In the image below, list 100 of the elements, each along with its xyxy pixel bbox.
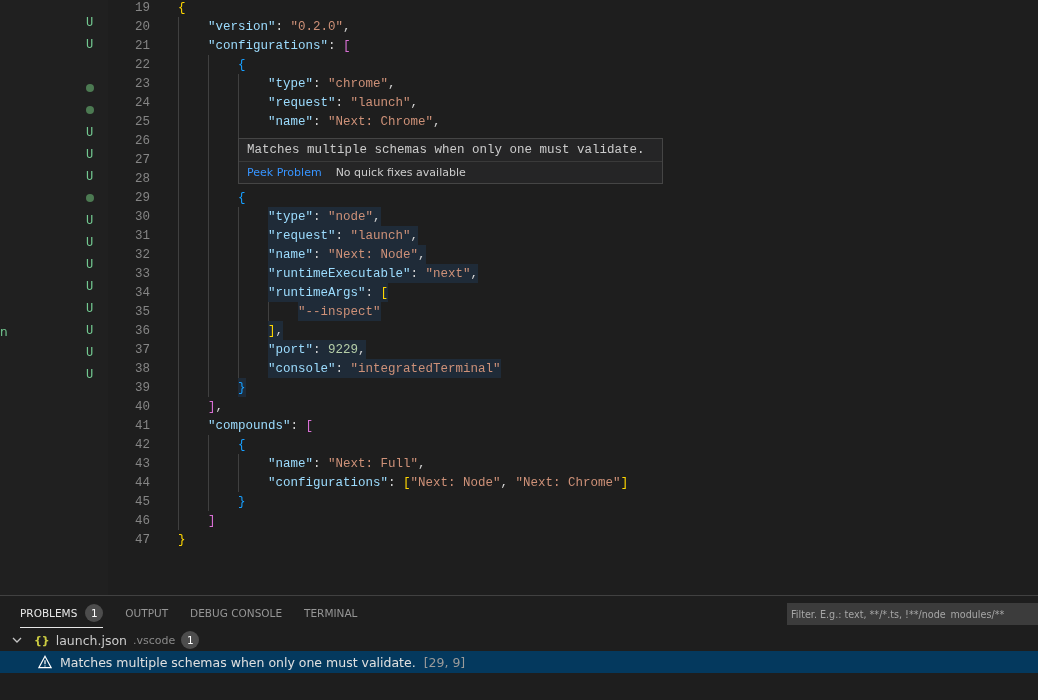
- line-number: 31: [134, 228, 150, 243]
- panel-tab[interactable]: TERMINAL: [304, 603, 358, 625]
- line-number: 41: [134, 418, 150, 433]
- line-number: 20: [134, 19, 150, 34]
- punctuation: :: [335, 95, 345, 110]
- punctuation: :: [335, 228, 345, 243]
- bracket: {: [178, 0, 186, 15]
- string-value: "Next: Chrome": [328, 114, 434, 129]
- peek-problem-link[interactable]: Peek Problem: [247, 166, 322, 179]
- punctuation: ,: [275, 323, 284, 338]
- git-status: U: [86, 213, 94, 227]
- count-badge: 1: [181, 631, 200, 649]
- line-number: 40: [134, 399, 150, 414]
- git-status: U: [86, 257, 94, 271]
- punctuation: :: [328, 38, 337, 53]
- panel-tab[interactable]: OUTPUT: [125, 603, 169, 625]
- property-key: "runtimeExecutable": [268, 266, 411, 281]
- property-key: "compounds": [208, 418, 291, 433]
- property-key: "request": [268, 95, 336, 110]
- git-status: U: [86, 147, 94, 161]
- line-number: 43: [134, 456, 150, 471]
- string-value: "node": [328, 209, 374, 224]
- bracket: ]: [208, 399, 216, 414]
- punctuation: :: [275, 19, 285, 34]
- json-file-icon: {}: [34, 633, 50, 647]
- string-value: "0.2.0": [290, 19, 344, 34]
- property-key: "configurations": [208, 38, 329, 53]
- line-number: 42: [134, 437, 150, 452]
- line-number: 34: [134, 285, 150, 300]
- property-key: "configurations": [268, 475, 389, 490]
- property-key: "request": [268, 228, 336, 243]
- bracket: ]: [268, 323, 276, 338]
- punctuation: ,: [418, 247, 426, 262]
- property-key: "type": [268, 209, 313, 224]
- punctuation: ,: [470, 266, 479, 281]
- line-number: 21: [134, 38, 150, 53]
- line-number: 35: [134, 304, 150, 319]
- property-key: "type": [268, 76, 313, 91]
- chevron-icon[interactable]: [12, 635, 22, 645]
- bracket: [: [343, 38, 351, 53]
- string-value: "launch": [350, 228, 411, 243]
- property-key: "name": [268, 114, 313, 129]
- punctuation: ,: [373, 209, 381, 224]
- bracket: ]: [208, 513, 216, 528]
- bracket: }: [178, 532, 186, 547]
- line-number: 32: [134, 247, 150, 262]
- property-key: "version": [208, 19, 276, 34]
- bracket: [: [380, 285, 389, 300]
- punctuation: :: [313, 209, 322, 224]
- dot-icon: [86, 84, 94, 92]
- line-number: 25: [134, 114, 150, 129]
- line-number: 30: [134, 209, 150, 224]
- line-number: 19: [134, 0, 150, 15]
- panel-tab[interactable]: DEBUG CONSOLE: [190, 603, 283, 625]
- file-name[interactable]: n: [0, 324, 8, 339]
- git-status: U: [86, 169, 94, 183]
- line-number: 44: [134, 475, 150, 490]
- property-key: "name": [268, 456, 313, 471]
- line-number: 24: [134, 95, 150, 110]
- punctuation: ,: [418, 456, 426, 471]
- panel-tab[interactable]: PROBLEMS 1: [20, 600, 104, 628]
- string-value: "launch": [350, 95, 411, 110]
- git-status: U: [86, 301, 94, 315]
- punctuation: ,: [343, 19, 351, 34]
- bracket: {: [238, 437, 246, 452]
- git-status: U: [86, 279, 94, 293]
- git-status: U: [86, 37, 94, 51]
- filter-field[interactable]: Filter. E.g.: text, **/*.ts, !**/node_modules/**: [787, 603, 1038, 625]
- punctuation: :: [335, 361, 345, 376]
- line-number: 27: [134, 152, 150, 167]
- punctuation: :: [313, 76, 322, 91]
- problem-message: Matches multiple schemas when only one must validate.: [60, 654, 416, 670]
- number-value: 9229: [328, 342, 359, 357]
- string-value: "Next: Node": [410, 475, 501, 490]
- punctuation: :: [313, 247, 322, 262]
- git-status: U: [86, 345, 94, 359]
- line-number: 39: [134, 380, 150, 395]
- dot-icon: [86, 106, 94, 114]
- punctuation: :: [313, 114, 322, 129]
- property-key: "name": [268, 247, 313, 262]
- count-badge: 1: [85, 604, 104, 622]
- line-number: 36: [134, 323, 150, 338]
- punctuation: :: [290, 418, 300, 433]
- problem-row[interactable]: Matches multiple schemas when only one must validate. [29, 9]: [0, 651, 1038, 673]
- property-key: "port": [268, 342, 313, 357]
- dot-icon: [86, 194, 94, 202]
- file-name[interactable]: launch.json: [55, 632, 127, 648]
- line-number: 29: [134, 190, 150, 205]
- punctuation: :: [313, 456, 322, 471]
- bracket: {: [238, 57, 246, 72]
- punctuation: ,: [215, 399, 224, 414]
- punctuation: ,: [433, 114, 441, 129]
- bracket: [: [403, 475, 411, 490]
- line-number: 22: [134, 57, 150, 72]
- punctuation: :: [410, 266, 420, 281]
- punctuation: :: [365, 285, 375, 300]
- line-number: 37: [134, 342, 150, 357]
- line-number: 47: [134, 532, 150, 547]
- string-value: "--inspect": [298, 304, 381, 319]
- bracket: {: [238, 190, 246, 205]
